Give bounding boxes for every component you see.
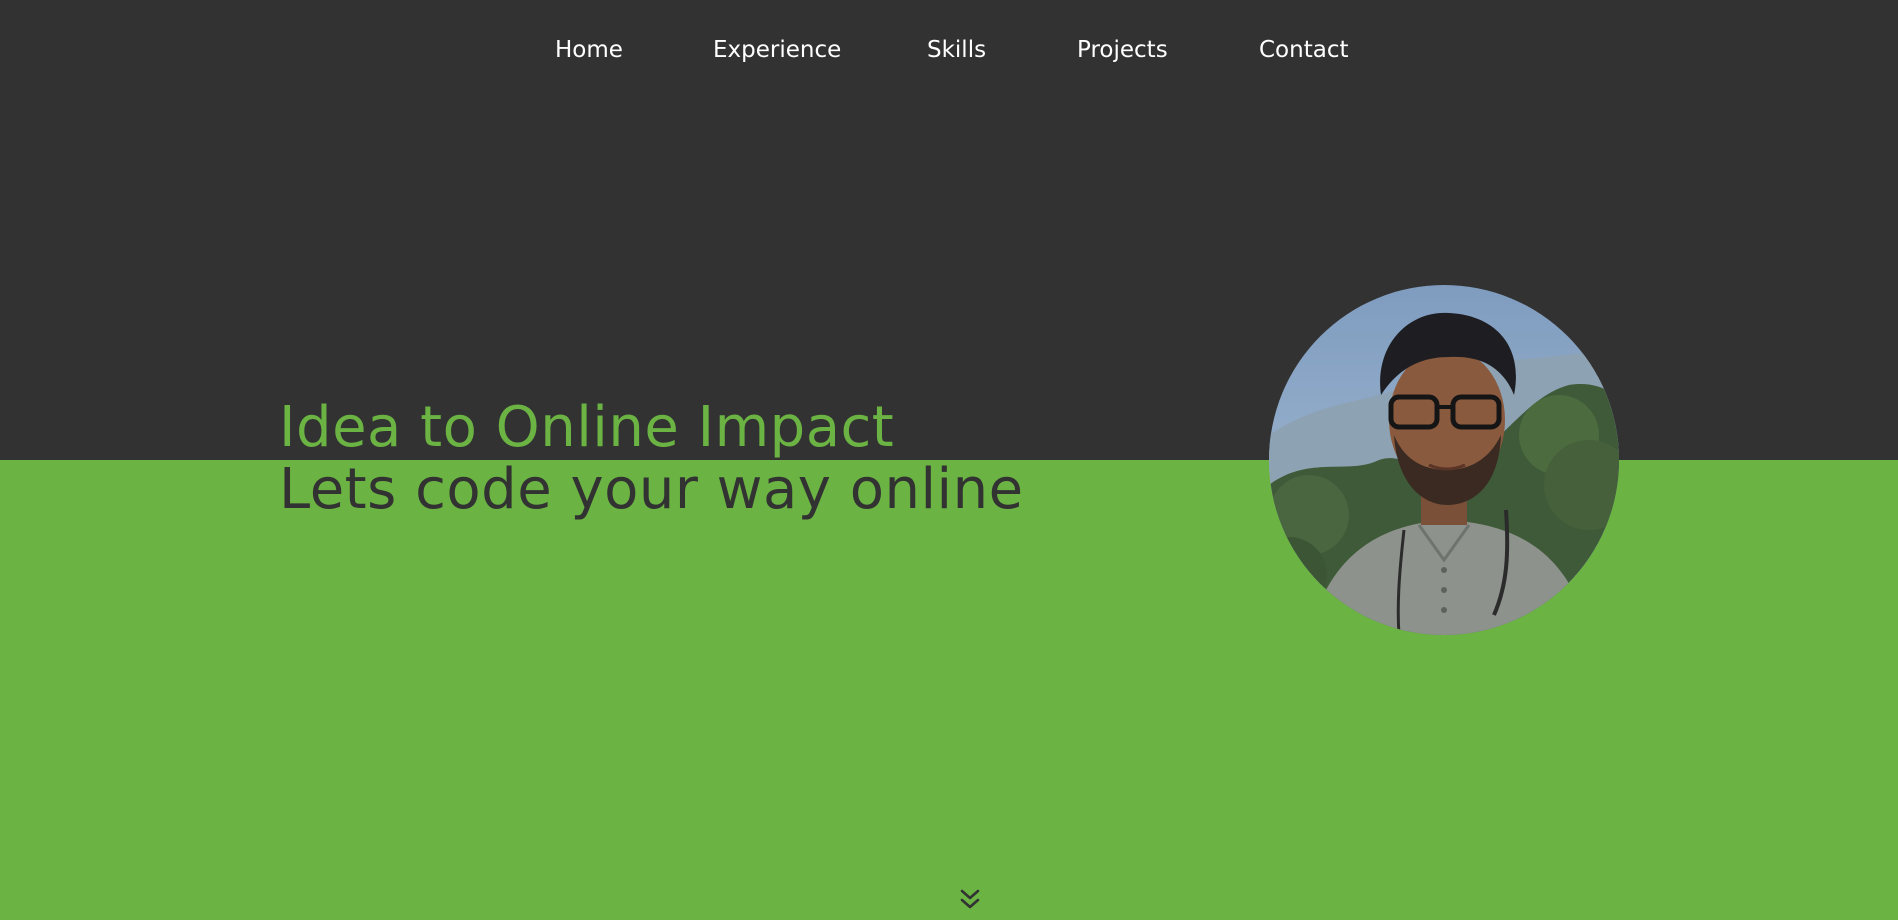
hero-bottom-band — [0, 460, 1898, 920]
nav-experience-link[interactable]: Experience — [713, 34, 841, 66]
page: Home Experience Skills Projects Contact … — [0, 0, 1898, 920]
nav-home-link[interactable]: Home — [555, 34, 623, 66]
hero-subtitle: Lets code your way online — [279, 457, 1024, 522]
hero-title: Idea to Online Impact — [279, 395, 895, 460]
profile-photo-illustration — [1269, 285, 1619, 635]
nav-skills-link[interactable]: Skills — [927, 34, 986, 66]
double-chevron-down-icon[interactable] — [957, 887, 983, 913]
profile-photo — [1269, 285, 1619, 635]
nav-projects-link[interactable]: Projects — [1077, 34, 1168, 66]
double-chevron-down-glyph — [960, 889, 980, 909]
hero-top-band — [0, 0, 1898, 460]
nav-contact-link[interactable]: Contact — [1259, 34, 1348, 66]
main-nav: Home Experience Skills Projects Contact — [0, 34, 1898, 66]
